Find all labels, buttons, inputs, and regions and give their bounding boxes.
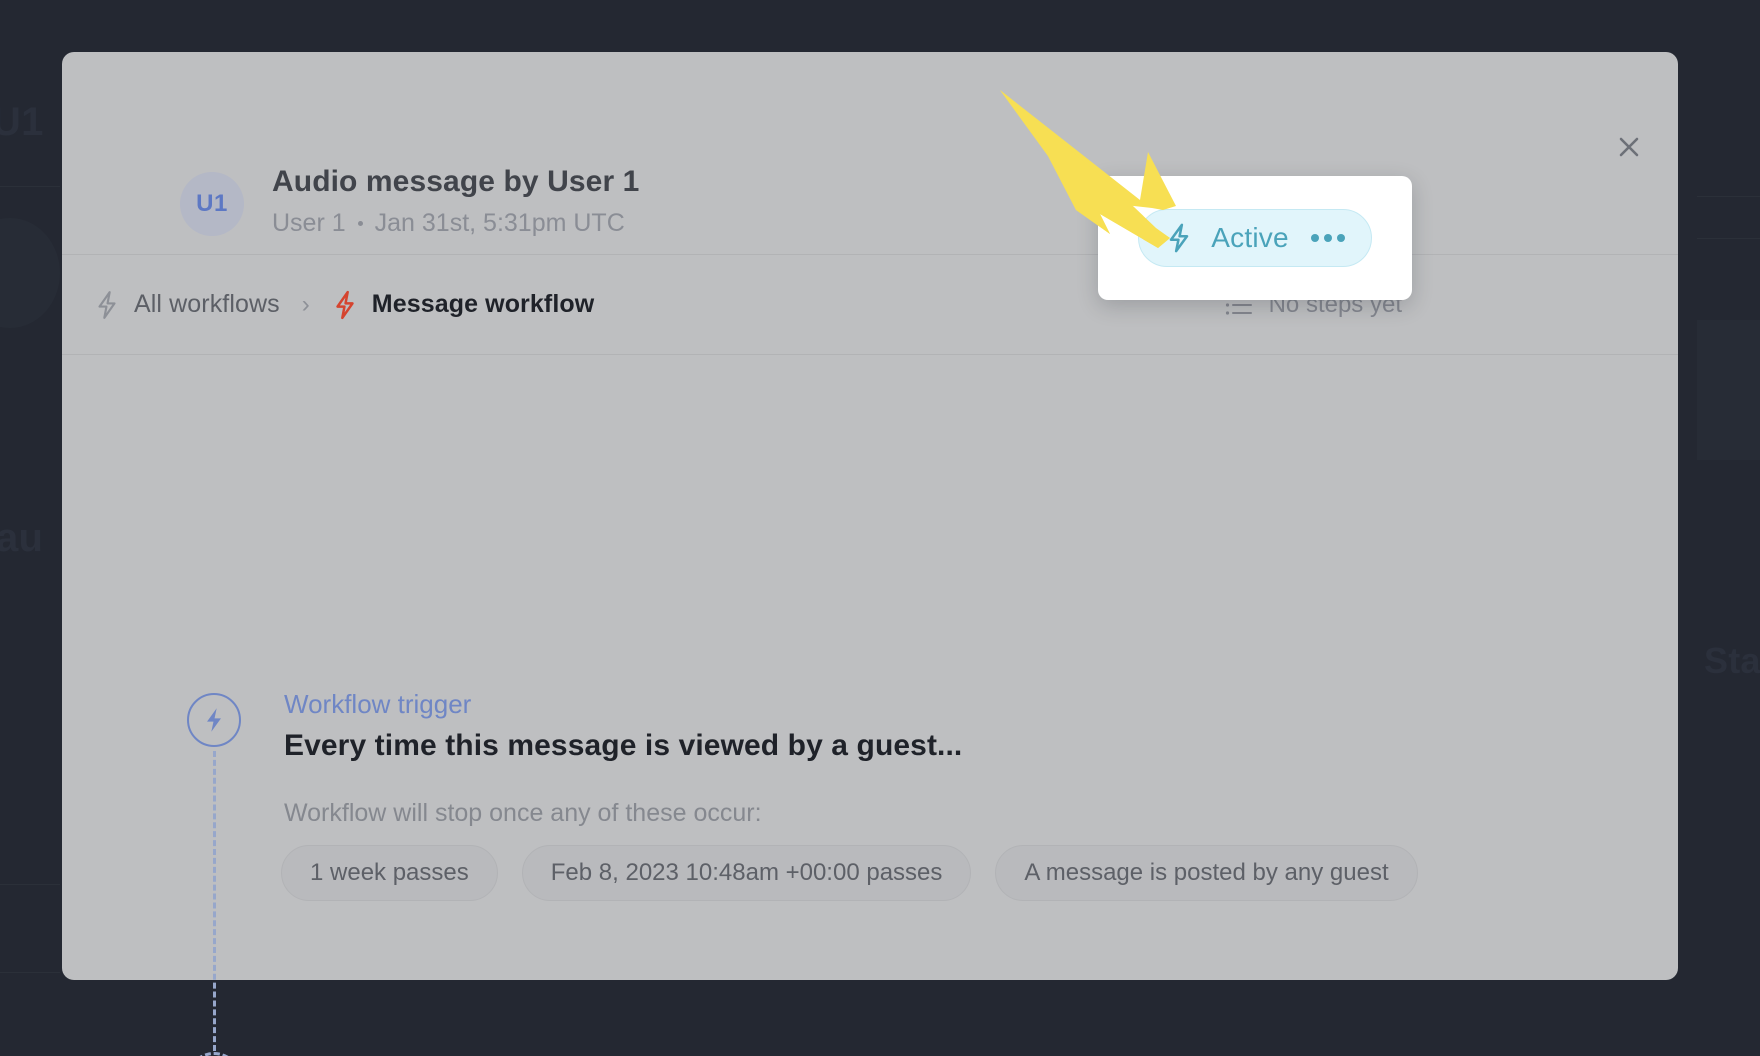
- background-divider: [0, 186, 60, 187]
- message-meta: User 1 Jan 31st, 5:31pm UTC: [272, 209, 625, 238]
- close-icon: [1619, 137, 1639, 157]
- breadcrumb-item-message-workflow[interactable]: Message workflow: [332, 290, 595, 320]
- lightning-bolt-icon: [98, 290, 116, 319]
- lightning-bolt-icon: [336, 290, 354, 319]
- workflow-connector-line: [213, 751, 216, 1051]
- trigger-node-icon-wrap: [187, 693, 241, 747]
- breadcrumb-item-all-workflows[interactable]: All workflows: [94, 290, 280, 320]
- stop-conditions-list: 1 week passes Feb 8, 2023 10:48am +00:00…: [281, 845, 1418, 901]
- modal-header: U1 Audio message by User 1 User 1 Jan 31…: [62, 52, 1678, 255]
- background-avatar-label: U1: [0, 100, 44, 144]
- status-popup-card: Active: [1098, 176, 1412, 300]
- stop-condition-chip[interactable]: A message is posted by any guest: [995, 845, 1418, 901]
- background-divider: [1697, 238, 1760, 239]
- background-divider: [1697, 196, 1760, 197]
- screen: U1 au Posted anonymously Start U1 Audio …: [0, 0, 1760, 1056]
- close-button[interactable]: [1606, 124, 1652, 170]
- stop-condition-chip[interactable]: 1 week passes: [281, 845, 498, 901]
- stop-conditions-label: Workflow will stop once any of these occ…: [284, 799, 762, 827]
- status-badge[interactable]: Active: [1138, 209, 1372, 267]
- background-divider: [0, 884, 60, 885]
- chevron-right-icon: ›: [301, 290, 310, 318]
- lightning-bolt-icon: [1170, 223, 1189, 253]
- breadcrumb-label: All workflows: [134, 290, 280, 318]
- background-shape: [0, 218, 60, 328]
- workflow-toolbar: All workflows › Message workflow No step…: [62, 255, 1678, 355]
- background-partial-text: au: [0, 516, 44, 560]
- workflow-modal: U1 Audio message by User 1 User 1 Jan 31…: [62, 52, 1678, 1056]
- lightning-bolt-circle-icon: [207, 708, 221, 732]
- avatar: U1: [180, 172, 244, 236]
- background-divider: [0, 972, 60, 973]
- trigger-label[interactable]: Workflow trigger: [284, 689, 471, 720]
- breadcrumb: All workflows › Message workflow: [94, 290, 594, 320]
- message-timestamp: Jan 31st, 5:31pm UTC: [374, 209, 625, 237]
- breadcrumb-label: Message workflow: [371, 290, 595, 318]
- message-author: User 1: [272, 209, 346, 237]
- workflow-canvas: 1 Workflow trigger Every time this messa…: [62, 355, 1678, 1056]
- stop-condition-chip[interactable]: Feb 8, 2023 10:48am +00:00 passes: [521, 845, 972, 901]
- ellipsis-icon[interactable]: [1310, 234, 1345, 242]
- meta-separator-dot: [357, 221, 363, 226]
- status-label: Active: [1211, 222, 1289, 253]
- background-shape: [1697, 320, 1760, 460]
- avatar-initials: U1: [196, 190, 228, 217]
- trigger-title: Every time this message is viewed by a g…: [284, 729, 963, 762]
- page-title: Audio message by User 1: [272, 165, 640, 198]
- background-start-text: Start: [1704, 640, 1760, 681]
